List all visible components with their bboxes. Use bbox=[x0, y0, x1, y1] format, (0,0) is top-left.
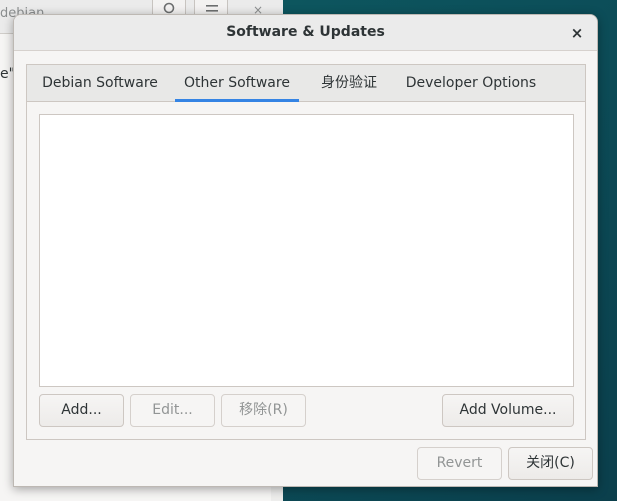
add-volume-button[interactable]: Add Volume... bbox=[442, 394, 574, 427]
tab-authentication[interactable]: 身份验证 bbox=[311, 65, 387, 102]
close-button[interactable]: 关闭(C) bbox=[508, 447, 593, 480]
edit-button[interactable]: Edit... bbox=[130, 394, 215, 427]
software-updates-dialog: Software & Updates × Debian Software Oth… bbox=[13, 14, 598, 487]
tab-debian-software[interactable]: Debian Software bbox=[39, 65, 161, 102]
tab-other-software[interactable]: Other Software bbox=[175, 65, 299, 102]
software-sources-list[interactable] bbox=[39, 114, 574, 387]
tab-bar: Debian Software Other Software 身份验证 Deve… bbox=[27, 65, 585, 102]
dialog-title: Software & Updates bbox=[226, 24, 385, 40]
dialog-titlebar: Software & Updates × bbox=[14, 15, 597, 51]
remove-button[interactable]: 移除(R) bbox=[221, 394, 306, 427]
add-button[interactable]: Add... bbox=[39, 394, 124, 427]
revert-button[interactable]: Revert bbox=[417, 447, 502, 480]
tab-developer-options[interactable]: Developer Options bbox=[401, 65, 541, 102]
close-icon[interactable]: × bbox=[567, 23, 587, 43]
tabs-notebook: Debian Software Other Software 身份验证 Deve… bbox=[26, 64, 586, 440]
